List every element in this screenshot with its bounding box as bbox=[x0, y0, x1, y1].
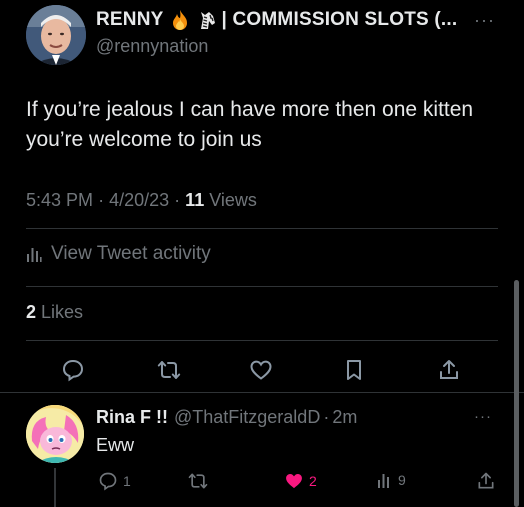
divider bbox=[26, 340, 498, 341]
fire-icon bbox=[169, 9, 191, 31]
tweet-meta: 5:43 PM · 4/20/23 · 11 Views bbox=[26, 190, 257, 211]
author-name-suffix[interactable]: | COMMISSION SLOTS (... bbox=[222, 9, 458, 31]
reply-icon bbox=[62, 359, 84, 382]
zebra-icon bbox=[196, 9, 218, 31]
bookmark-button[interactable] bbox=[341, 357, 367, 383]
divider bbox=[26, 228, 498, 229]
likes-label[interactable]: Likes bbox=[41, 302, 83, 322]
meta-separator: · bbox=[174, 190, 181, 210]
tweet-detail: RENNY | COMMISSION SLOTS (... @rennynati… bbox=[0, 0, 524, 507]
retweet-icon bbox=[188, 473, 208, 489]
views-count: 11 bbox=[185, 190, 205, 210]
reply-age[interactable]: 2m bbox=[332, 407, 357, 428]
reply-display-name[interactable]: Rina F !! bbox=[96, 407, 168, 428]
reply-separator: · bbox=[323, 407, 330, 427]
activity-chart-icon bbox=[27, 248, 42, 262]
reply-avatar[interactable] bbox=[26, 405, 84, 463]
reply-count: 1 bbox=[123, 473, 131, 489]
avatar-image bbox=[26, 5, 86, 65]
more-icon[interactable]: ··· bbox=[474, 10, 495, 31]
author-handle[interactable]: @rennynation bbox=[96, 36, 208, 57]
thread-line bbox=[54, 468, 56, 507]
tweet-date[interactable]: 4/20/23 bbox=[109, 190, 169, 210]
tweet-text: If you’re jealous I can have more then o… bbox=[26, 98, 474, 151]
reply-text: Eww bbox=[96, 435, 135, 455]
activity-label[interactable]: View Tweet activity bbox=[51, 243, 211, 265]
view-tweet-activity-link[interactable]: View Tweet activity bbox=[26, 243, 211, 265]
reply-views-button[interactable]: 9 bbox=[377, 471, 406, 489]
share-icon bbox=[440, 360, 458, 379]
likes-count[interactable]: 2 bbox=[26, 302, 36, 322]
like-button[interactable] bbox=[248, 357, 274, 383]
likes-summary[interactable]: 2 Likes bbox=[26, 302, 83, 323]
views-label: Views bbox=[209, 190, 257, 210]
reply-retweet-button[interactable] bbox=[188, 471, 213, 491]
activity-chart-icon bbox=[378, 474, 389, 488]
divider bbox=[0, 392, 524, 393]
bookmark-icon bbox=[347, 360, 361, 380]
avatar[interactable] bbox=[26, 5, 86, 65]
like-icon bbox=[250, 360, 272, 380]
reply-like-count: 2 bbox=[309, 473, 317, 489]
scrollbar[interactable] bbox=[514, 280, 519, 507]
reply-like-button[interactable]: 2 bbox=[284, 471, 317, 491]
reply-handle[interactable]: @ThatFitzgeraldD bbox=[174, 407, 320, 428]
reply-button[interactable] bbox=[60, 357, 86, 383]
like-icon bbox=[286, 474, 302, 489]
more-icon[interactable]: ··· bbox=[474, 408, 492, 425]
reply-reply-button[interactable]: 1 bbox=[98, 471, 131, 491]
retweet-button[interactable] bbox=[156, 357, 182, 383]
reply-icon bbox=[99, 472, 117, 491]
author-name-row[interactable]: RENNY | COMMISSION SLOTS (... bbox=[96, 8, 457, 32]
reply-views-count: 9 bbox=[398, 472, 406, 488]
reply-share-button[interactable] bbox=[476, 471, 501, 491]
author-display-name[interactable]: RENNY bbox=[96, 9, 164, 31]
reply-avatar-image bbox=[26, 405, 84, 463]
retweet-icon bbox=[157, 361, 181, 379]
reply-author-row[interactable]: Rina F !! @ThatFitzgeraldD · 2m bbox=[96, 407, 357, 428]
tweet-time[interactable]: 5:43 PM bbox=[26, 190, 93, 210]
divider bbox=[26, 286, 498, 287]
share-button[interactable] bbox=[436, 357, 462, 383]
share-icon bbox=[478, 472, 494, 489]
meta-separator: · bbox=[98, 190, 105, 210]
